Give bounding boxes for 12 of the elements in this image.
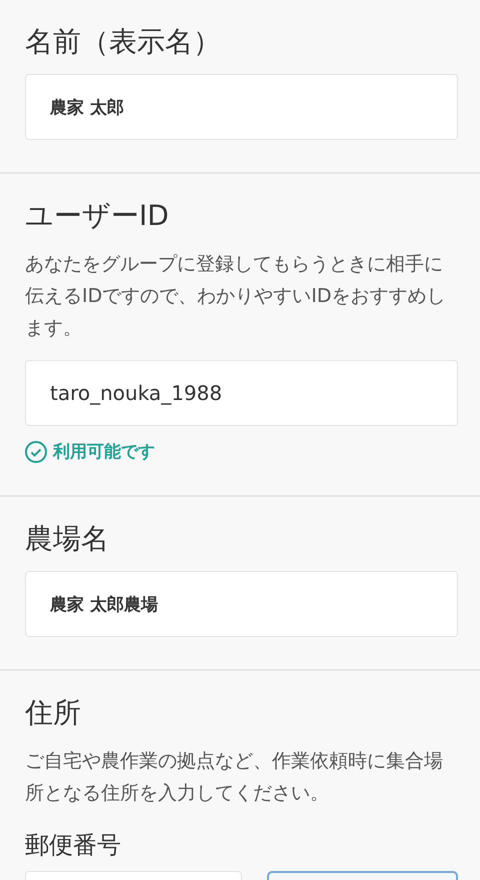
section-title: 住所 (25, 695, 82, 731)
check-circle-icon (25, 440, 47, 462)
status-text: 利用可能です (53, 441, 155, 463)
field-label: 郵便番号 (25, 830, 122, 861)
section-title: 農場名 (25, 521, 110, 557)
input-field[interactable]: 農家 太郎農場 (25, 571, 458, 637)
description-text: ご自宅や農作業の拠点など、作業依頼時に集合場所となる住所を入力してください。 (25, 749, 444, 806)
description-text: あなたをグループに登録してもらうときに相手に伝えるIDですので、わかりやすいIDをおすすめします。 (25, 252, 446, 341)
section-title: ユーザーID (25, 198, 170, 234)
input-field[interactable]: 農家 太郎 (25, 74, 458, 140)
input-field[interactable]: taro_nouka_1988 (25, 360, 458, 426)
section-title: 名前（表示名） (25, 24, 222, 60)
